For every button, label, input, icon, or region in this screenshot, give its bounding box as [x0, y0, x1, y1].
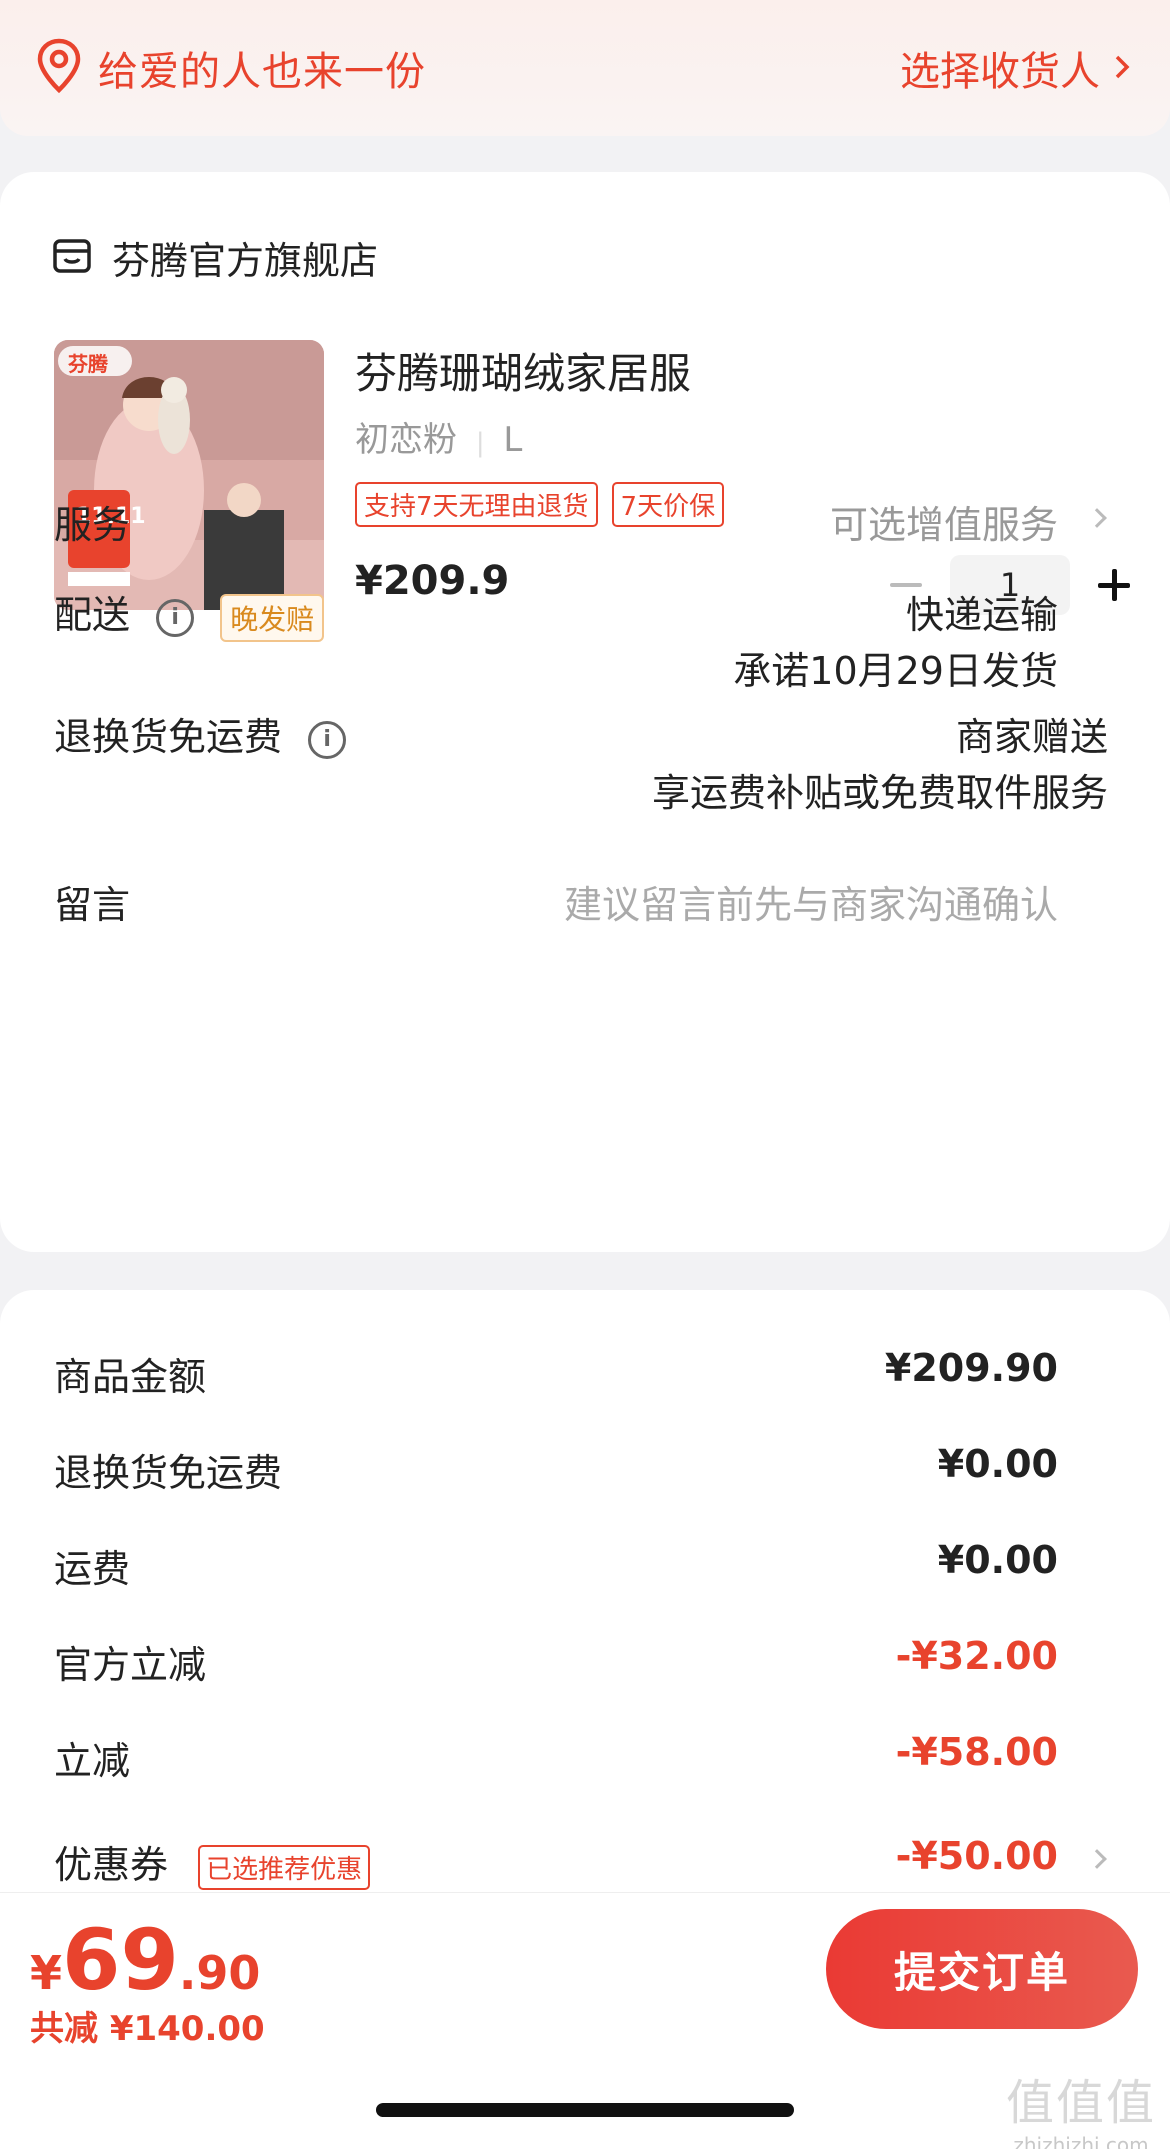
product-title[interactable]: 芬腾珊瑚绒家居服 — [355, 340, 691, 401]
return-policy-tag: 支持7天无理由退货 — [355, 482, 598, 527]
select-receiver-button[interactable]: 选择收货人 — [900, 39, 1130, 97]
watermark-logo: 值值值 — [1005, 2075, 1156, 2131]
gift-text: 给爱的人也来一份 — [98, 49, 426, 95]
instant-discount-row: 立减 -¥58.00 — [54, 1730, 1058, 1785]
official-discount-value: -¥32.00 — [895, 1634, 1058, 1678]
sku-divider: | — [475, 428, 485, 458]
coupon-chevron-icon[interactable] — [1087, 1849, 1107, 1869]
info-icon[interactable]: i — [308, 720, 347, 759]
return-shipping-row: 退换货免运费 i — [54, 706, 347, 761]
official-discount-row: 官方立减 -¥32.00 — [54, 1634, 1058, 1689]
product-sku[interactable]: 初恋粉 | L — [355, 412, 522, 461]
message-label: 留言 — [54, 883, 131, 927]
info-icon[interactable]: i — [156, 598, 195, 637]
message-input[interactable]: 建议留言前先与商家沟通确认 — [564, 874, 1058, 929]
coupon-badge: 已选推荐优惠 — [198, 1845, 371, 1890]
freight-value: ¥0.00 — [937, 1538, 1058, 1582]
return-fee-label: 退换货免运费 — [54, 1451, 283, 1495]
price-summary-card: 商品金额 ¥209.90 退换货免运费 ¥0.00 运费 ¥0.00 官方立减 … — [0, 1290, 1170, 1930]
service-label: 服务 — [54, 503, 131, 547]
service-value[interactable]: 可选增值服务 — [830, 494, 1058, 549]
freight-label: 运费 — [54, 1547, 131, 1591]
delivery-row: 配送 i 晚发赔 — [54, 584, 325, 642]
shop-icon — [52, 236, 92, 280]
product-image[interactable]: 芬腾 11.11 — [54, 340, 324, 610]
return-fee-value: ¥0.00 — [937, 1442, 1058, 1486]
delivery-method: 快递运输 — [905, 593, 1058, 637]
sku-color: 初恋粉 — [355, 420, 457, 460]
goods-amount-value: ¥209.90 — [884, 1346, 1058, 1390]
gift-address-bar[interactable]: 给爱的人也来一份 选择收货人 — [0, 0, 1170, 136]
freight-row: 运费 ¥0.00 — [54, 1538, 1058, 1593]
coupon-value: -¥50.00 — [895, 1834, 1058, 1878]
watermark-url: zhizhizhi.com — [1013, 2133, 1149, 2149]
total-saved: 共减 ¥140.00 — [30, 2009, 265, 2049]
coupon-left: 优惠券 已选推荐优惠 — [54, 1834, 371, 1890]
delivery-label: 配送 — [54, 593, 131, 637]
chevron-right-icon — [1114, 45, 1130, 91]
sku-size: L — [503, 420, 523, 460]
price-protect-tag: 7天价保 — [611, 482, 725, 527]
return-shipping-label: 退换货免运费 — [54, 715, 283, 759]
return-shipping-value1: 商家赠送 — [955, 715, 1108, 759]
shop-name: 芬腾官方旗舰店 — [112, 239, 379, 283]
plus-icon[interactable] — [1092, 563, 1136, 607]
total-integer: 69 — [62, 1911, 179, 2009]
total-currency: ¥ — [30, 1946, 63, 2000]
late-ship-badge: 晚发赔 — [220, 593, 325, 642]
shop-header[interactable]: 芬腾官方旗舰店 — [52, 230, 378, 285]
order-card: 芬腾官方旗舰店 芬腾 11.11 芬腾珊瑚绒家居服 初恋粉 | L 支持7天无理… — [0, 172, 1170, 1252]
goods-amount-label: 商品金额 — [54, 1355, 207, 1399]
gift-address-left: 给爱的人也来一份 — [36, 38, 426, 98]
instant-discount-label: 立减 — [54, 1739, 131, 1783]
select-receiver-label: 选择收货人 — [900, 49, 1100, 95]
product-price: ¥209.9 — [355, 558, 510, 604]
service-chevron-icon[interactable] — [1087, 508, 1107, 528]
return-shipping-value2: 享运费补贴或免费取件服务 — [651, 771, 1108, 815]
delivery-promise: 承诺10月29日发货 — [733, 649, 1058, 693]
location-pin-icon — [36, 38, 82, 98]
return-fee-row: 退换货免运费 ¥0.00 — [54, 1442, 1058, 1497]
watermark: 值值值 zhizhizhi.com — [1006, 2063, 1156, 2149]
product-image-brand: 芬腾 — [68, 352, 108, 376]
checkout-bar: ¥69.90 共减 ¥140.00 提交订单 值值值 zhizhizhi.com — [0, 1892, 1170, 2149]
service-tags: 支持7天无理由退货 7天价保 — [355, 482, 725, 527]
total-price: ¥69.90 — [30, 1911, 260, 2009]
goods-amount-row: 商品金额 ¥209.90 — [54, 1346, 1058, 1401]
coupon-row[interactable]: 优惠券 已选推荐优惠 -¥50.00 — [54, 1834, 1058, 1890]
total-decimal: .90 — [178, 1946, 261, 2000]
coupon-label: 优惠券 — [54, 1843, 169, 1887]
submit-order-button[interactable]: 提交订单 — [826, 1909, 1138, 2029]
home-indicator[interactable] — [376, 2103, 794, 2117]
instant-discount-value: -¥58.00 — [895, 1730, 1058, 1774]
official-discount-label: 官方立减 — [54, 1643, 207, 1687]
